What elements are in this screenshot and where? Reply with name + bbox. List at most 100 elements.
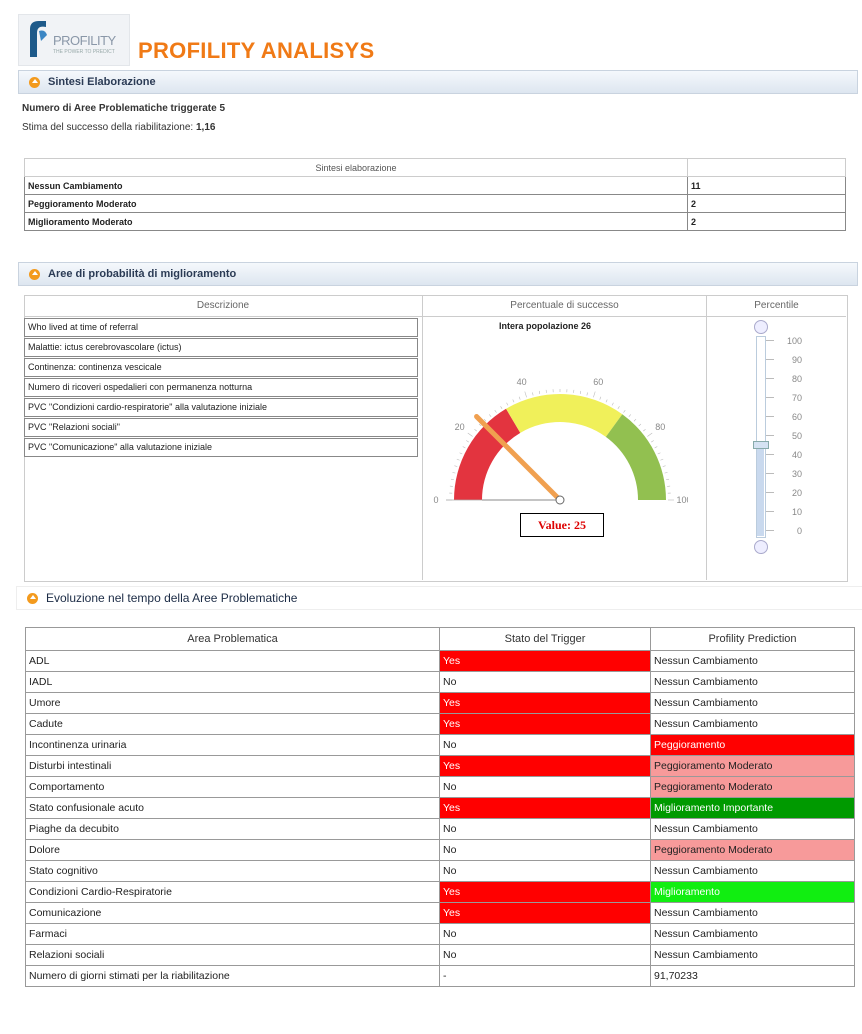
row-value: 2 <box>687 194 846 213</box>
prediction-cell: Peggioramento <box>650 734 855 756</box>
gauge-tick <box>500 406 503 409</box>
gauge-tick <box>518 396 521 400</box>
slider-tick <box>766 435 774 436</box>
prediction-cell: Nessun Cambiamento <box>650 671 855 693</box>
trigger-cell: No <box>439 818 651 840</box>
prediction-cell: Peggioramento Moderato <box>650 776 855 798</box>
gauge-tick <box>452 472 456 474</box>
slider-down-button[interactable] <box>754 540 768 554</box>
list-item[interactable]: PVC "Relazioni sociali" <box>24 418 418 437</box>
slider-tick <box>766 397 774 398</box>
trigger-cell: Yes <box>439 755 651 777</box>
triggered-count-line: Numero di Aree Problematiche triggerate … <box>22 103 225 114</box>
gauge-tick <box>599 396 602 400</box>
gauge-tick <box>593 391 596 398</box>
slider-tick <box>766 359 774 360</box>
table-row: Cadute Yes Nessun Cambiamento <box>25 713 855 735</box>
trigger-cell: No <box>439 923 651 945</box>
gauge-tick <box>662 465 666 467</box>
area-cell: Dolore <box>25 839 440 861</box>
table-row: Farmaci No Nessun Cambiamento <box>25 923 855 945</box>
gauge-tick <box>664 472 668 474</box>
prediction-cell: Nessun Cambiamento <box>650 650 855 672</box>
gauge-tick <box>454 465 458 467</box>
gauge-title: Intera popolazione 26 <box>498 321 592 331</box>
trigger-cell: Yes <box>439 713 651 735</box>
table-row: Miglioramento Moderato 2 <box>24 212 846 231</box>
panel-sintesi-header[interactable]: Sintesi Elaborazione <box>18 70 858 94</box>
gauge-tick <box>538 390 541 394</box>
prediction-cell: Peggioramento Moderato <box>650 755 855 777</box>
row-label: Peggioramento Moderato <box>24 194 688 213</box>
collapse-icon[interactable] <box>29 76 40 88</box>
trigger-cell: Yes <box>439 650 651 672</box>
area-cell: Cadute <box>25 713 440 735</box>
gauge-band-yellow <box>506 394 623 437</box>
success-estimate-label: Stima del successo della riabilitazione: <box>22 122 194 133</box>
list-item[interactable]: Malattie: ictus cerebrovascolare (ictus) <box>24 338 418 357</box>
evoluzione-table: Area Problematica Stato del Trigger Prof… <box>25 627 855 987</box>
panel-title: Sintesi Elaborazione <box>48 76 156 88</box>
collapse-icon[interactable] <box>27 592 38 604</box>
slider-tick <box>766 530 774 531</box>
profility-logo: PROFILITY THE POWER TO PREDICT <box>18 14 130 66</box>
area-cell: Relazioni sociali <box>25 944 440 966</box>
gauge-tick-label: 40 <box>517 377 527 387</box>
list-item[interactable]: Numero di ricoveri ospedalieri con perma… <box>24 378 418 397</box>
trigger-cell: No <box>439 671 651 693</box>
slider-tick <box>766 473 774 474</box>
app-header: PROFILITY THE POWER TO PREDICT PROFILITY… <box>18 8 374 66</box>
slider-fill <box>757 446 764 536</box>
gauge-tick <box>633 418 637 422</box>
description-list: Who lived at time of referral Malattie: … <box>24 318 418 458</box>
slider-tick <box>766 340 774 341</box>
gauge-tick <box>660 458 664 461</box>
slider-tick-label: 30 <box>791 469 802 479</box>
col-trigger: Stato del Trigger <box>439 627 651 651</box>
gauge-tick <box>623 410 626 413</box>
table-row: Piaghe da decubito No Nessun Cambiamento <box>25 818 855 840</box>
row-value: 11 <box>687 176 846 195</box>
slider-tick-label: 60 <box>791 412 802 422</box>
slider-tick-label: 20 <box>791 488 802 498</box>
gauge-tick <box>512 399 515 403</box>
logo-tagline: THE POWER TO PREDICT <box>53 49 115 55</box>
col-descrizione: Descrizione <box>196 300 250 311</box>
gauge-tick <box>643 429 646 432</box>
area-cell: Stato cognitivo <box>25 860 440 882</box>
list-item[interactable]: Who lived at time of referral <box>24 318 418 337</box>
gauge-tick-label: 0 <box>433 495 438 505</box>
gauge-tick <box>605 399 608 403</box>
col-area: Area Problematica <box>25 627 440 651</box>
col-percentuale: Percentuale di successo <box>510 300 619 311</box>
gauge-chart: 0 20 40 60 80 100 <box>433 377 688 505</box>
panel-evoluzione-header[interactable]: Evoluzione nel tempo della Aree Problema… <box>16 586 862 610</box>
prediction-cell: Nessun Cambiamento <box>650 713 855 735</box>
gauge-tick <box>579 390 582 394</box>
row-value: 2 <box>687 212 846 231</box>
triggered-count-label: Numero di Aree Problematiche triggerate <box>22 103 217 114</box>
prediction-cell: Peggioramento Moderato <box>650 839 855 861</box>
collapse-icon[interactable] <box>29 268 40 280</box>
panel-aree-header[interactable]: Aree di probabilità di miglioramento <box>18 262 858 286</box>
slider-tick <box>766 454 774 455</box>
sintesi-table-header-blank <box>687 158 846 177</box>
slider-up-button[interactable] <box>754 320 768 334</box>
area-cell: Comunicazione <box>25 902 440 924</box>
prediction-cell: Nessun Cambiamento <box>650 818 855 840</box>
trigger-cell: Yes <box>439 797 651 819</box>
slider-thumb[interactable] <box>753 440 769 449</box>
list-item[interactable]: PVC "Comunicazione" alla valutazione ini… <box>24 438 418 457</box>
col-percentile: Percentile <box>754 300 799 311</box>
col-prediction: Profility Prediction <box>650 627 855 651</box>
list-item[interactable]: Continenza: continenza vescicale <box>24 358 418 377</box>
table-row: Numero di giorni stimati per la riabilit… <box>25 965 855 987</box>
area-cell: Numero di giorni stimati per la riabilit… <box>25 965 440 987</box>
app-title: PROFILITY ANALISYS <box>138 38 375 63</box>
area-cell: Umore <box>25 692 440 714</box>
trigger-cell: No <box>439 839 651 861</box>
percentile-slider[interactable]: 100 90 80 70 60 50 40 30 20 10 0 <box>740 320 840 554</box>
panel-title: Evoluzione nel tempo della Aree Problema… <box>46 591 298 605</box>
slider-tick-label: 0 <box>796 526 802 536</box>
list-item[interactable]: PVC "Condizioni cardio-respiratorie" all… <box>24 398 418 417</box>
